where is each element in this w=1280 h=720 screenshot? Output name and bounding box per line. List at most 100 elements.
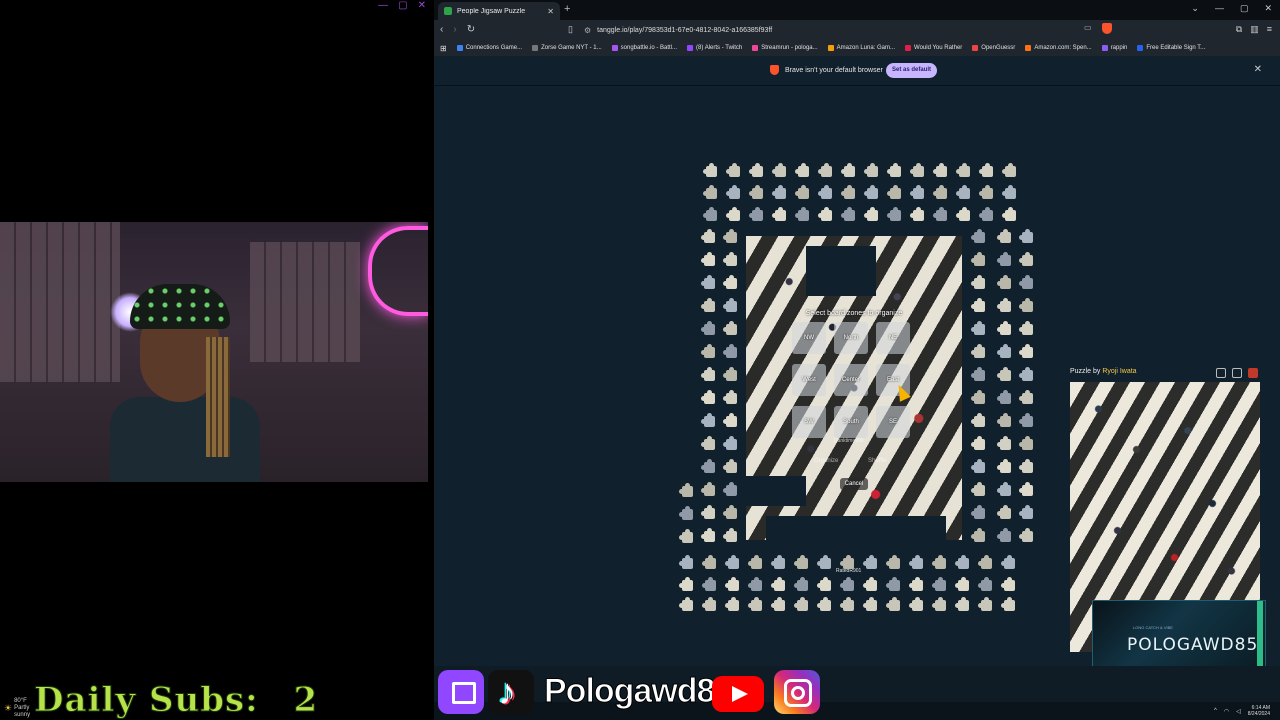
puzzle-piece[interactable] bbox=[701, 459, 715, 473]
puzzle-piece[interactable] bbox=[748, 577, 762, 591]
puzzle-piece[interactable] bbox=[932, 555, 946, 569]
open-external-icon[interactable] bbox=[1216, 368, 1226, 378]
reference-author-link[interactable]: Ryoji Iwata bbox=[1102, 368, 1136, 375]
puzzle-piece[interactable] bbox=[971, 321, 985, 335]
puzzle-piece[interactable] bbox=[1019, 229, 1033, 243]
puzzle-piece[interactable] bbox=[910, 207, 924, 221]
puzzle-piece[interactable] bbox=[818, 207, 832, 221]
puzzle-piece[interactable] bbox=[723, 229, 737, 243]
puzzle-piece[interactable] bbox=[956, 163, 970, 177]
puzzle-piece[interactable] bbox=[703, 185, 717, 199]
puzzle-piece[interactable] bbox=[749, 207, 763, 221]
puzzle-piece[interactable] bbox=[772, 207, 786, 221]
puzzle-piece[interactable] bbox=[956, 207, 970, 221]
bookmark-icon[interactable]: ▯ bbox=[568, 24, 573, 35]
puzzle-piece[interactable] bbox=[1019, 298, 1033, 312]
tab-people-jigsaw[interactable]: People Jigsaw Puzzle ✕ bbox=[438, 2, 560, 20]
puzzle-piece[interactable] bbox=[794, 597, 808, 611]
cancel-button[interactable]: Cancel bbox=[840, 478, 868, 490]
puzzle-piece[interactable] bbox=[955, 555, 969, 569]
zone-button-se[interactable]: SE bbox=[876, 406, 910, 438]
puzzle-piece[interactable] bbox=[1019, 528, 1033, 542]
puzzle-piece[interactable] bbox=[794, 577, 808, 591]
puzzle-piece[interactable] bbox=[887, 163, 901, 177]
puzzle-piece[interactable] bbox=[679, 577, 693, 591]
puzzle-piece[interactable] bbox=[886, 555, 900, 569]
puzzle-piece[interactable] bbox=[723, 252, 737, 266]
puzzle-piece[interactable] bbox=[971, 229, 985, 243]
maximize-icon[interactable]: ▢ bbox=[1240, 3, 1249, 14]
puzzle-piece[interactable] bbox=[771, 555, 785, 569]
forward-icon[interactable]: › bbox=[453, 24, 456, 35]
reader-mode-icon[interactable]: ▭ bbox=[1084, 23, 1092, 34]
puzzle-piece[interactable] bbox=[997, 413, 1011, 427]
puzzle-piece[interactable] bbox=[1002, 185, 1016, 199]
puzzle-piece[interactable] bbox=[978, 555, 992, 569]
bookmark-item[interactable]: (8) Alerts - Twitch bbox=[687, 45, 742, 51]
puzzle-piece[interactable] bbox=[723, 459, 737, 473]
extensions-icon[interactable]: ⧉ bbox=[1236, 24, 1242, 35]
bookmark-item[interactable]: rappin bbox=[1101, 45, 1127, 51]
puzzle-piece[interactable] bbox=[679, 506, 693, 520]
puzzle-piece[interactable] bbox=[723, 413, 737, 427]
puzzle-piece[interactable] bbox=[932, 577, 946, 591]
puzzle-piece[interactable] bbox=[979, 185, 993, 199]
puzzle-piece[interactable] bbox=[723, 275, 737, 289]
bookmark-item[interactable]: Zorse Game NYT - 1... bbox=[532, 45, 602, 51]
puzzle-piece[interactable] bbox=[840, 555, 854, 569]
puzzle-piece[interactable] bbox=[863, 577, 877, 591]
puzzle-piece[interactable] bbox=[701, 229, 715, 243]
puzzle-piece[interactable] bbox=[971, 482, 985, 496]
puzzle-piece[interactable] bbox=[771, 577, 785, 591]
zone-button-center[interactable]: Center bbox=[834, 364, 868, 396]
puzzle-piece[interactable] bbox=[794, 555, 808, 569]
volume-icon[interactable]: ◁ bbox=[1236, 708, 1241, 715]
puzzle-piece[interactable] bbox=[701, 367, 715, 381]
puzzle-piece[interactable] bbox=[725, 577, 739, 591]
puzzle-piece[interactable] bbox=[1019, 321, 1033, 335]
puzzle-piece[interactable] bbox=[679, 529, 693, 543]
zone-button-west[interactable]: West bbox=[792, 364, 826, 396]
puzzle-piece[interactable] bbox=[725, 555, 739, 569]
puzzle-piece[interactable] bbox=[971, 367, 985, 381]
puzzle-piece[interactable] bbox=[701, 482, 715, 496]
puzzle-piece[interactable] bbox=[818, 163, 832, 177]
tab-close-icon[interactable]: ✕ bbox=[547, 7, 554, 16]
puzzle-piece[interactable] bbox=[1019, 505, 1033, 519]
address-bar[interactable]: ⚙ tanggle.io/play/798353d1-67e0-4812-804… bbox=[584, 23, 1104, 37]
puzzle-piece[interactable] bbox=[910, 163, 924, 177]
puzzle-piece[interactable] bbox=[795, 207, 809, 221]
close-icon[interactable]: ✕ bbox=[1264, 3, 1272, 14]
puzzle-piece[interactable] bbox=[997, 275, 1011, 289]
puzzle-piece[interactable] bbox=[971, 344, 985, 358]
puzzle-piece[interactable] bbox=[679, 597, 693, 611]
puzzle-piece[interactable] bbox=[749, 185, 763, 199]
puzzle-piece[interactable] bbox=[863, 597, 877, 611]
puzzle-piece[interactable] bbox=[723, 344, 737, 358]
puzzle-piece[interactable] bbox=[1019, 367, 1033, 381]
puzzle-piece[interactable] bbox=[1002, 163, 1016, 177]
puzzle-piece[interactable] bbox=[909, 555, 923, 569]
bookmark-item[interactable]: Amazon.com: Spen... bbox=[1025, 45, 1092, 51]
puzzle-piece[interactable] bbox=[701, 298, 715, 312]
puzzle-piece[interactable] bbox=[817, 555, 831, 569]
puzzle-piece[interactable] bbox=[795, 185, 809, 199]
puzzle-piece[interactable] bbox=[971, 275, 985, 289]
puzzle-piece[interactable] bbox=[955, 577, 969, 591]
puzzle-piece[interactable] bbox=[723, 528, 737, 542]
puzzle-piece[interactable] bbox=[997, 229, 1011, 243]
puzzle-piece[interactable] bbox=[748, 597, 762, 611]
puzzle-piece[interactable] bbox=[1019, 344, 1033, 358]
puzzle-piece[interactable] bbox=[971, 298, 985, 312]
puzzle-piece[interactable] bbox=[955, 597, 969, 611]
puzzle-piece[interactable] bbox=[701, 413, 715, 427]
puzzle-piece[interactable] bbox=[1019, 459, 1033, 473]
puzzle-piece[interactable] bbox=[997, 344, 1011, 358]
menu-icon[interactable]: ≡ bbox=[1267, 24, 1272, 35]
puzzle-piece[interactable] bbox=[771, 597, 785, 611]
puzzle-piece[interactable] bbox=[910, 185, 924, 199]
puzzle-piece[interactable] bbox=[978, 597, 992, 611]
puzzle-piece[interactable] bbox=[701, 344, 715, 358]
puzzle-piece[interactable] bbox=[701, 528, 715, 542]
puzzle-piece[interactable] bbox=[971, 459, 985, 473]
